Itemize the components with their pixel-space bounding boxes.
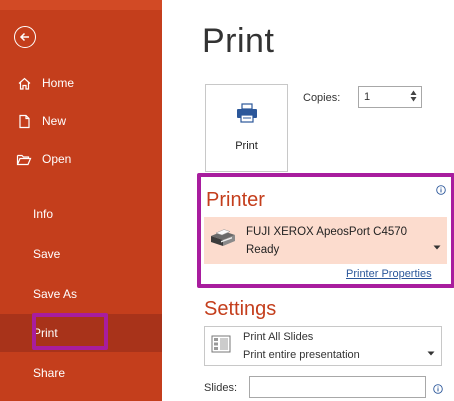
print-panel: Print Print Copies: 1 Printer FUJI XEROX… — [162, 0, 454, 401]
slides-input[interactable] — [249, 376, 426, 398]
info-icon[interactable] — [433, 381, 443, 399]
spin-up-icon[interactable] — [410, 89, 417, 96]
nav-label-share: Share — [33, 366, 66, 380]
back-button[interactable] — [14, 26, 36, 48]
printer-status: Ready — [246, 243, 280, 256]
print-highlight-box — [32, 313, 108, 350]
nav-label-save-as: Save As — [33, 287, 78, 301]
nav-label-open: Open — [42, 152, 72, 166]
copies-value: 1 — [364, 91, 371, 103]
backstage-sidebar: Home New Open Info Save Save As Print Sh… — [0, 0, 162, 401]
printer-device-icon — [208, 226, 238, 255]
chevron-down-icon — [427, 343, 435, 361]
print-button-label: Print — [235, 140, 258, 152]
info-icon[interactable] — [436, 182, 446, 200]
printer-icon — [236, 103, 258, 128]
nav-item-home[interactable]: Home — [0, 66, 162, 100]
nav-label-save: Save — [33, 247, 61, 261]
print-range-desc: Print entire presentation — [243, 349, 360, 361]
home-icon — [16, 75, 32, 91]
new-document-icon — [16, 113, 32, 129]
arrow-left-icon — [19, 32, 29, 42]
sidebar-top-band — [0, 0, 162, 10]
page-title: Print — [202, 22, 275, 60]
slides-label: Slides: — [204, 382, 238, 394]
printer-select[interactable]: FUJI XEROX ApeosPort C4570 Ready — [204, 217, 447, 264]
printer-properties-link[interactable]: Printer Properties — [346, 268, 432, 280]
nav-label-home: Home — [42, 76, 75, 90]
settings-heading: Settings — [204, 298, 277, 320]
print-range-title: Print All Slides — [243, 331, 314, 343]
print-button[interactable]: Print — [205, 84, 288, 172]
nav-label-info: Info — [33, 207, 54, 221]
copies-stepper[interactable]: 1 — [358, 86, 422, 108]
print-range-select[interactable]: Print All Slides Print entire presentati… — [204, 326, 442, 366]
nav-item-info[interactable]: Info — [0, 197, 162, 231]
nav-label-new: New — [42, 114, 67, 128]
nav-item-new[interactable]: New — [0, 104, 162, 138]
printer-heading: Printer — [206, 189, 265, 211]
copies-spinner[interactable] — [410, 89, 417, 103]
folder-open-icon — [16, 151, 32, 167]
slides-icon — [211, 335, 231, 358]
nav-item-open[interactable]: Open — [0, 142, 162, 176]
nav-item-save-as[interactable]: Save As — [0, 277, 162, 311]
nav-item-share[interactable]: Share — [0, 356, 162, 390]
printer-name: FUJI XEROX ApeosPort C4570 — [246, 225, 408, 238]
spin-down-icon[interactable] — [410, 96, 417, 103]
copies-label: Copies: — [303, 92, 341, 104]
chevron-down-icon — [433, 237, 441, 255]
nav-item-save[interactable]: Save — [0, 237, 162, 271]
